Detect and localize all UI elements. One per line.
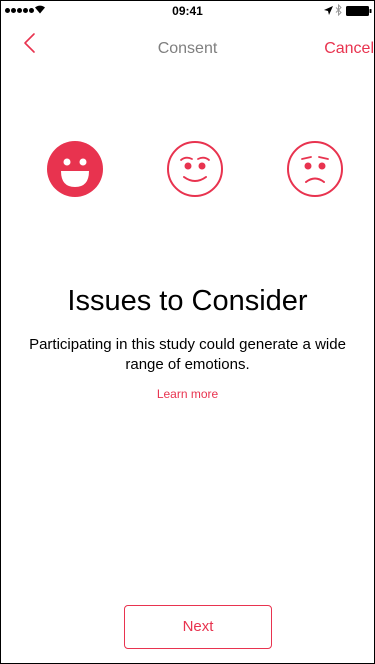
app-screen: 09:41 Consent Cancel Issues to Consider … [0, 0, 375, 664]
location-icon [324, 6, 333, 15]
status-time: 09:41 [172, 4, 203, 18]
page-title: Issues to Consider [67, 285, 308, 317]
content-face-icon [167, 141, 223, 197]
description-text: Participating in this study could genera… [29, 336, 346, 373]
navigation-bar: Consent Cancel [1, 21, 374, 65]
status-bar: 09:41 [1, 1, 374, 21]
happy-face-icon [47, 141, 103, 197]
battery-icon [346, 6, 372, 16]
worried-face-icon [287, 141, 343, 197]
nav-title: Consent [157, 40, 218, 57]
learn-more-link[interactable]: Learn more [1, 387, 374, 401]
bluetooth-icon [335, 4, 342, 16]
cancel-button[interactable]: Cancel [324, 40, 374, 58]
next-button[interactable]: Next [124, 605, 272, 649]
